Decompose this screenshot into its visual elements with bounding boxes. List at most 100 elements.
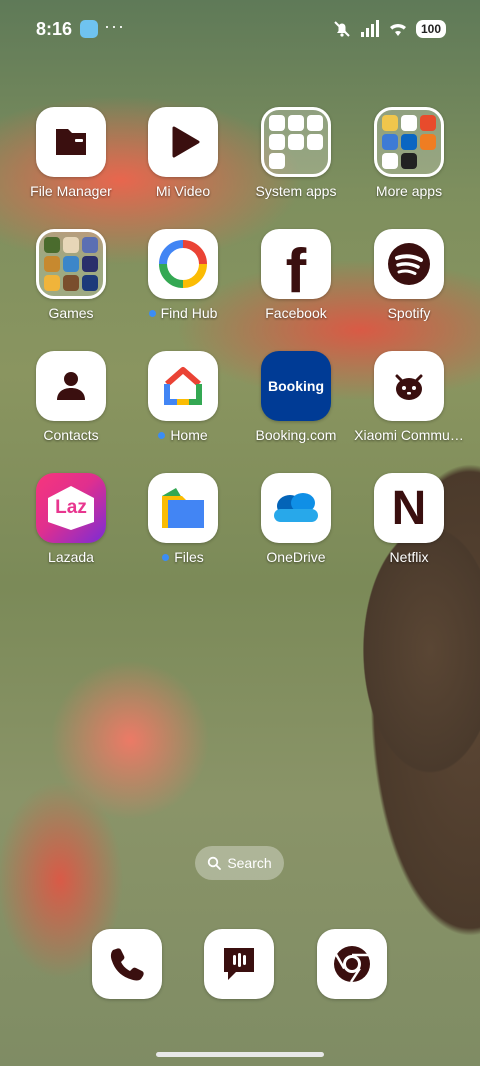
search-button[interactable]: Search [195, 846, 284, 880]
app-files[interactable]: Files [127, 473, 239, 565]
onedrive-icon [261, 473, 331, 543]
status-icons: 100 [332, 19, 446, 39]
netflix-icon: N [374, 473, 444, 543]
mini-app-icon [307, 115, 323, 131]
app-lazada[interactable]: Laz Lazada [15, 473, 127, 565]
app-label: Facebook [265, 305, 327, 321]
app-netflix[interactable]: N Netflix [353, 473, 465, 565]
netflix-glyph: N [391, 481, 427, 535]
folder-games[interactable]: Games [15, 229, 127, 321]
mini-app-icon [269, 115, 285, 131]
folder-label: More apps [375, 183, 443, 199]
battery-indicator: 100 [415, 20, 446, 38]
app-label-text: Files [174, 549, 204, 565]
app-spotify[interactable]: Spotify [353, 229, 465, 321]
xiaomi-community-icon [374, 351, 444, 421]
search-icon [208, 856, 222, 870]
app-label: Contacts [43, 427, 99, 443]
app-booking[interactable]: Booking Booking.com [240, 351, 352, 443]
mini-app-icon [63, 237, 79, 253]
app-label: Lazada [48, 549, 94, 565]
app-file-manager[interactable]: File Manager [15, 107, 127, 199]
signal-icon [360, 20, 379, 37]
mini-app-icon [288, 134, 304, 150]
app-label-text: Home [170, 427, 208, 443]
folder-more-apps[interactable]: More apps [353, 107, 465, 199]
app-find-hub[interactable]: Find Hub [127, 229, 239, 321]
chrome-icon [317, 929, 387, 999]
folder-label: Games [48, 305, 94, 321]
mini-app-icon [63, 256, 79, 272]
file-manager-icon [36, 107, 106, 177]
mini-app-icon [44, 256, 60, 272]
mini-app-icon [269, 134, 285, 150]
app-label: Files [127, 549, 239, 565]
app-mi-video[interactable]: Mi Video [127, 107, 239, 199]
mini-app-icon [307, 134, 323, 150]
phone-icon [92, 929, 162, 999]
search-label: Search [227, 855, 272, 871]
mini-app-icon [382, 134, 398, 150]
app-onedrive[interactable]: OneDrive [240, 473, 352, 565]
app-label: Spotify [387, 305, 431, 321]
mini-app-icon [63, 275, 79, 291]
dock-phone[interactable] [71, 929, 183, 999]
facebook-icon: f [261, 229, 331, 299]
spotify-icon [374, 229, 444, 299]
mini-app-icon [44, 237, 60, 253]
app-label: Home [127, 427, 239, 443]
mini-app-icon [288, 115, 304, 131]
app-label: Find Hub [127, 305, 239, 321]
folder-icon [261, 107, 331, 177]
new-install-dot [148, 310, 156, 317]
gesture-home-bar[interactable] [156, 1052, 324, 1057]
wifi-icon [389, 23, 406, 36]
new-install-dot [162, 554, 170, 561]
booking-icon: Booking [261, 351, 331, 421]
app-contacts[interactable]: Contacts [15, 351, 127, 443]
mini-app-icon [82, 256, 98, 272]
status-bar: 8:16 ··· 100 [0, 0, 480, 60]
app-facebook[interactable]: f Facebook [240, 229, 352, 321]
folder-icon [36, 229, 106, 299]
folder-system-apps[interactable]: System apps [240, 107, 352, 199]
mini-app-icon [401, 153, 417, 169]
mini-app-icon [269, 153, 285, 169]
app-xiaomi-community[interactable]: Xiaomi Commu… [353, 351, 465, 443]
new-install-dot [158, 432, 166, 439]
mini-app-icon [401, 115, 417, 131]
app-label: Mi Video [155, 183, 211, 199]
mini-app-icon [44, 275, 60, 291]
messages-icon [204, 929, 274, 999]
files-icon [148, 473, 218, 543]
app-label: Netflix [389, 549, 429, 565]
dock-chrome[interactable] [296, 929, 408, 999]
mini-app-icon [82, 237, 98, 253]
folder-icon [374, 107, 444, 177]
play-icon [148, 107, 218, 177]
mini-app-icon [82, 275, 98, 291]
find-hub-icon [148, 229, 218, 299]
status-time: 8:16 [36, 19, 73, 39]
more-notifications-icon: ··· [104, 16, 125, 36]
mute-icon [334, 21, 350, 37]
facebook-glyph: f [285, 236, 307, 300]
mini-app-icon [420, 115, 436, 131]
mini-app-icon [382, 153, 398, 169]
notification-app-icon [80, 20, 98, 38]
mini-app-icon [382, 115, 398, 131]
dock-messages[interactable] [183, 929, 295, 999]
mini-app-icon [420, 134, 436, 150]
app-label: Xiaomi Commu… [354, 427, 464, 443]
app-label: OneDrive [266, 549, 326, 565]
contacts-icon [36, 351, 106, 421]
booking-logo-text: Booking [268, 378, 324, 394]
lazada-logo-text: Laz [55, 497, 87, 518]
folder-label: System apps [255, 183, 337, 199]
app-label: Booking.com [255, 427, 337, 443]
google-home-icon [148, 351, 218, 421]
mini-app-icon [401, 134, 417, 150]
lazada-icon: Laz [36, 473, 106, 543]
app-label-text: Find Hub [160, 305, 218, 321]
app-home[interactable]: Home [127, 351, 239, 443]
